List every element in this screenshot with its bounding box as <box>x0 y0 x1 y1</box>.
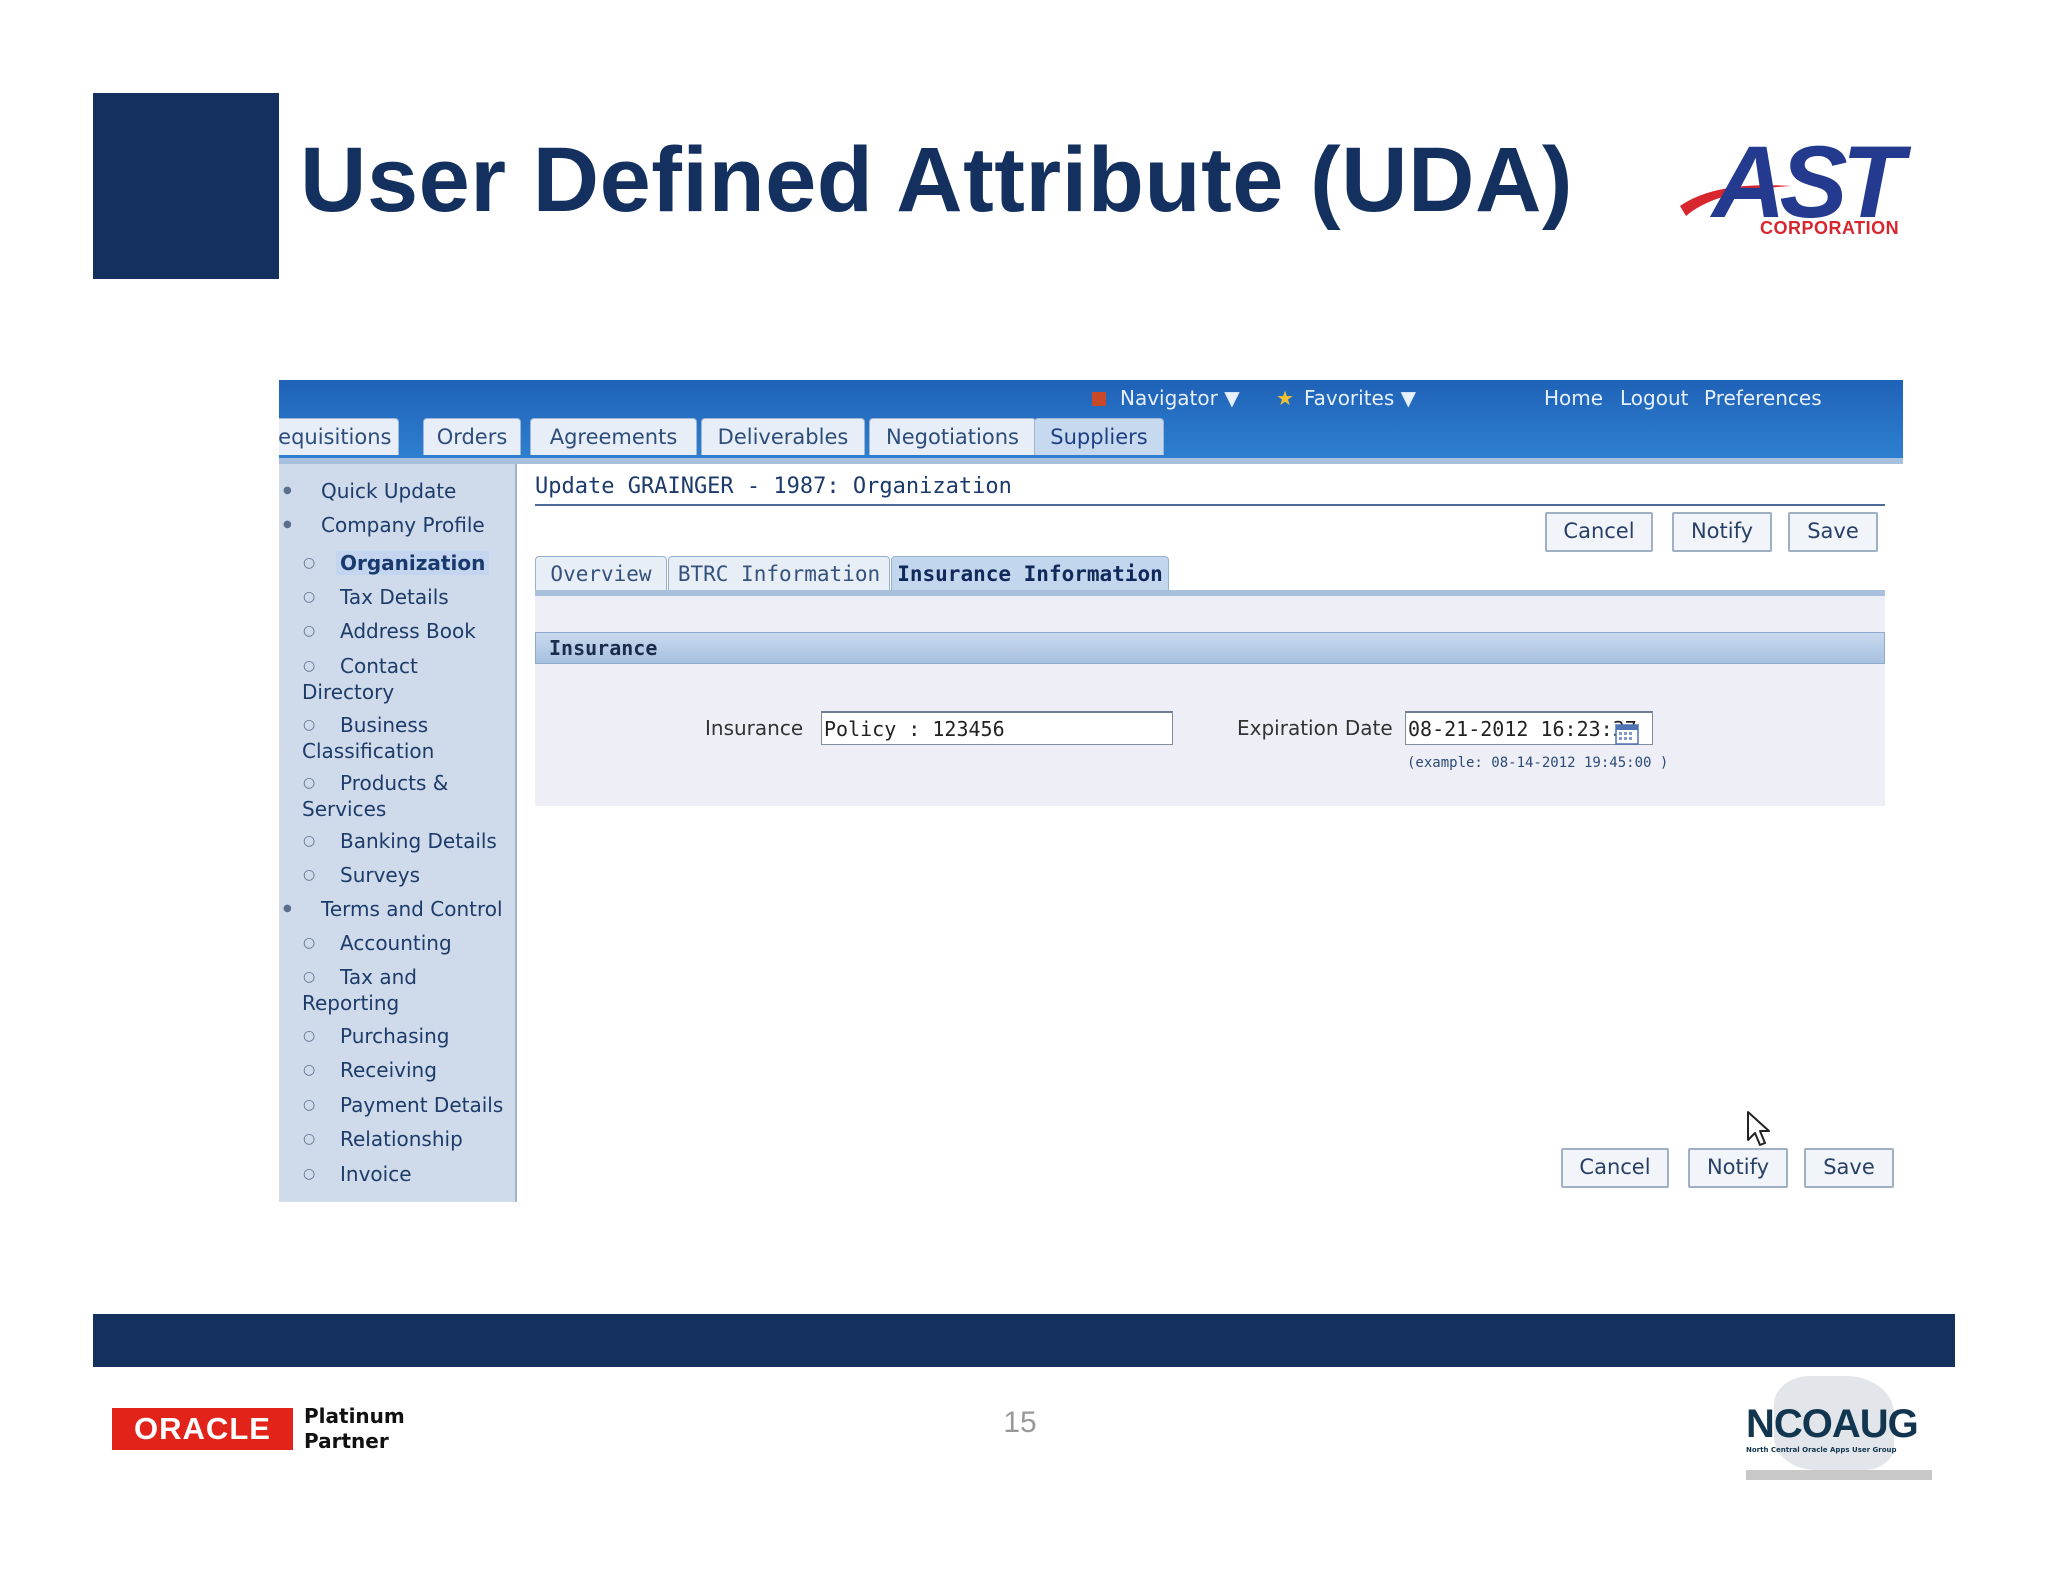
footer-bar <box>93 1314 1955 1367</box>
sidebar-item-label: Tax Details <box>340 585 449 609</box>
navigator-menu[interactable]: Navigator ▼ <box>1092 386 1240 410</box>
sidebar-item-payment-details[interactable]: Payment Details <box>279 1092 503 1118</box>
tab-btrc-information[interactable]: BTRC Information <box>668 556 890 591</box>
section-header <box>535 632 1885 664</box>
sidebar-item-label: Organization <box>336 551 490 575</box>
calendar-icon[interactable] <box>1615 723 1639 745</box>
chevron-down-icon: ▼ <box>1400 386 1417 410</box>
cancel-button-top[interactable]: Cancel <box>1545 512 1653 552</box>
sidebar-item-receiving[interactable]: Receiving <box>279 1057 437 1083</box>
sidebar-item-label: Quick Update <box>321 479 457 503</box>
sidebar-item-label: Purchasing <box>340 1024 450 1048</box>
sidebar-item-invoice[interactable]: Invoice <box>279 1161 412 1187</box>
title-accent-block <box>93 93 279 279</box>
notify-button-top[interactable]: Notify <box>1672 512 1772 552</box>
oracle-logo: ORACLE <box>112 1408 293 1450</box>
sidebar-item-quick-update[interactable]: Quick Update <box>281 478 456 504</box>
sidebar-item-label: Reporting <box>302 991 400 1015</box>
insurance-panel <box>535 596 1885 806</box>
app-header: Navigator ▼ ★ Favorites ▼ Home Logout Pre… <box>279 380 1903 458</box>
sidebar-item-label: Banking Details <box>340 829 497 853</box>
ncoaug-logo: NCOAUG North Central Oracle Apps User Gr… <box>1744 1372 1932 1480</box>
tab-agreements[interactable]: Agreements <box>530 418 697 455</box>
cancel-button-bottom[interactable]: Cancel <box>1561 1148 1669 1188</box>
tab-deliverables[interactable]: Deliverables <box>701 418 865 455</box>
preferences-link[interactable]: Preferences <box>1704 386 1822 410</box>
sidebar-item-organization[interactable]: Organization <box>279 550 490 576</box>
sidebar-item-terms-and-control[interactable]: Terms and Control <box>281 896 503 922</box>
ast-logo-subtext: CORPORATION <box>1760 218 1900 238</box>
ncoaug-logo-underline <box>1746 1470 1932 1480</box>
main-content: Update GRAINGER - 1987: Organization Can… <box>515 464 1903 1202</box>
sidebar-item-surveys[interactable]: Surveys <box>279 862 420 888</box>
sidebar-item-label: Services <box>302 797 387 821</box>
tab-negotiations[interactable]: Negotiations <box>869 418 1036 455</box>
favorites-label: Favorites <box>1303 386 1395 410</box>
sidebar-item-label: Accounting <box>340 931 452 955</box>
sidebar-item-label: Receiving <box>340 1058 437 1082</box>
sidebar-item-business-classification[interactable]: BusinessClassification <box>279 712 434 764</box>
date-format-hint: (example: 08-14-2012 19:45:00 ) <box>1407 755 1669 771</box>
ncoaug-logo-text: NCOAUG <box>1746 1402 1919 1446</box>
sidebar-item-company-profile[interactable]: Company Profile <box>281 512 485 538</box>
home-link[interactable]: Home <box>1544 386 1603 410</box>
tab-overview[interactable]: Overview <box>535 556 667 591</box>
sidebar-item-purchasing[interactable]: Purchasing <box>279 1023 449 1049</box>
navigator-icon <box>1092 392 1106 406</box>
mouse-cursor-icon <box>1747 1111 1770 1146</box>
sidebar-item-label: Directory <box>302 680 395 704</box>
platinum-partner-text: Platinum Partner <box>304 1404 405 1454</box>
sidebar-item-label: Products & <box>340 771 449 795</box>
sidebar-item-tax-details[interactable]: Tax Details <box>279 584 449 610</box>
sidebar-item-banking-details[interactable]: Banking Details <box>279 828 497 854</box>
favorites-star-icon: ★ <box>1276 386 1294 410</box>
sidebar-item-address-book[interactable]: Address Book <box>279 618 476 644</box>
expiration-date-label: Expiration Date <box>1237 716 1393 740</box>
sidebar-item-label: Company Profile <box>321 513 485 537</box>
sidebar-item-label: Payment Details <box>340 1093 504 1117</box>
sidebar-item-label: Relationship <box>340 1127 463 1151</box>
slide-title: User Defined Attribute (UDA) <box>300 129 1574 231</box>
sidebar-item-label: Business <box>340 713 429 737</box>
save-button-top[interactable]: Save <box>1788 512 1878 552</box>
oracle-ebs-window: Navigator ▼ ★ Favorites ▼ Home Logout Pre… <box>279 380 1903 1202</box>
sidebar-item-accounting[interactable]: Accounting <box>279 930 452 956</box>
favorites-menu[interactable]: ★ Favorites ▼ <box>1276 386 1416 410</box>
tab-requisitions[interactable]: Requisitions <box>279 418 399 455</box>
sidebar-item-label: Terms and Control <box>321 897 503 921</box>
page-number: 15 <box>1003 1406 1037 1439</box>
save-button-bottom[interactable]: Save <box>1804 1148 1894 1188</box>
tab-suppliers[interactable]: Suppliers <box>1034 418 1164 455</box>
ncoaug-logo-subtext: North Central Oracle Apps User Group <box>1746 1446 1897 1454</box>
sidebar-item-relationship[interactable]: Relationship <box>279 1126 463 1152</box>
navigator-label: Navigator <box>1120 386 1218 410</box>
notify-button-bottom[interactable]: Notify <box>1688 1148 1788 1188</box>
insurance-input[interactable]: Policy : 123456 <box>821 711 1173 745</box>
section-title: Insurance <box>549 636 658 660</box>
sidebar-item-label: Surveys <box>340 863 420 887</box>
chevron-down-icon: ▼ <box>1224 386 1240 410</box>
sidebar-item-label: Contact <box>340 654 418 678</box>
sidebar-item-label: Classification <box>302 739 435 763</box>
tab-orders[interactable]: Orders <box>423 418 521 455</box>
tab-insurance-information[interactable]: Insurance Information <box>891 556 1169 591</box>
page-heading: Update GRAINGER - 1987: Organization <box>535 474 1012 499</box>
ast-corporation-logo: AST CORPORATION <box>1676 125 1932 246</box>
sidebar-item-label: Invoice <box>340 1162 412 1186</box>
sidebar-nav: Quick Update Company Profile Organizatio… <box>279 464 517 1202</box>
partner-line-1: Platinum <box>304 1404 405 1428</box>
sidebar-item-tax-and-reporting[interactable]: Tax andReporting <box>279 964 417 1016</box>
sidebar-item-label: Address Book <box>340 619 476 643</box>
partner-line-2: Partner <box>304 1429 389 1453</box>
sidebar-item-products-services[interactable]: Products &Services <box>279 770 448 822</box>
sidebar-item-contact-directory[interactable]: ContactDirectory <box>279 653 418 705</box>
heading-divider <box>535 504 1885 506</box>
logout-link[interactable]: Logout <box>1620 386 1688 410</box>
sidebar-item-label: Tax and <box>340 965 417 989</box>
insurance-label: Insurance <box>705 716 804 740</box>
